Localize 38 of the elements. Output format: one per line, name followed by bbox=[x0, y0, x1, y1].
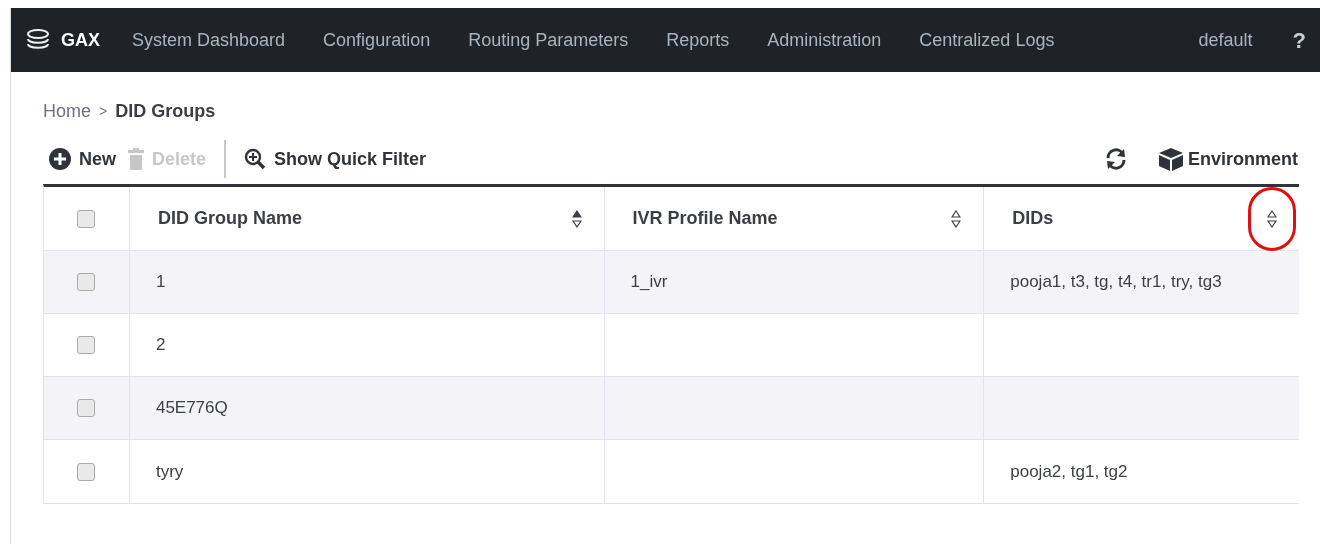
nav-link[interactable]: System Dashboard bbox=[132, 26, 286, 54]
column-header[interactable]: IVR Profile Name bbox=[604, 187, 985, 250]
database-stack-icon bbox=[25, 29, 51, 51]
column-header[interactable]: DID Group Name bbox=[129, 187, 605, 250]
table-cell-text: 1_ivr bbox=[630, 271, 668, 294]
breadcrumb-link[interactable]: Home bbox=[43, 98, 91, 125]
sort-icon[interactable] bbox=[951, 209, 962, 228]
row-checkbox[interactable] bbox=[77, 209, 96, 228]
breadcrumb-current: DID Groups bbox=[115, 100, 216, 123]
trash-icon bbox=[128, 148, 144, 170]
table-cell-text: tyry bbox=[155, 460, 184, 483]
table-cell-text: pooja2, tg1, tg2 bbox=[1010, 460, 1128, 483]
nav-link[interactable]: Configuration bbox=[323, 26, 431, 54]
breadcrumb-separator: > bbox=[99, 102, 108, 121]
table-cell-text: 2 bbox=[155, 334, 166, 357]
help-link[interactable]: ? bbox=[1292, 23, 1306, 57]
row-checkbox[interactable] bbox=[77, 462, 96, 481]
sort-icon[interactable] bbox=[571, 209, 582, 228]
filter-button[interactable]: Show Quick Filter bbox=[238, 145, 433, 173]
table-cell-text: 1 bbox=[155, 271, 166, 294]
plus-circle-icon bbox=[49, 148, 71, 170]
zoom-in-icon bbox=[244, 148, 267, 170]
row-checkbox[interactable] bbox=[77, 336, 96, 354]
row-checkbox[interactable] bbox=[77, 273, 96, 291]
nav-link[interactable]: Centralized Logs bbox=[919, 26, 1055, 54]
table-cell-text: 45E776Q bbox=[155, 397, 228, 420]
nav-link[interactable]: Reports bbox=[666, 26, 730, 54]
new-button[interactable]: New bbox=[43, 145, 122, 173]
user-menu[interactable]: default bbox=[1198, 26, 1253, 54]
environment-button[interactable]: Environment bbox=[1158, 145, 1298, 173]
sort-icon[interactable] bbox=[1267, 209, 1277, 228]
cube-icon bbox=[1158, 147, 1184, 171]
app-logo-text[interactable]: GAX bbox=[61, 26, 100, 54]
row-checkbox[interactable] bbox=[77, 399, 96, 417]
table-cell-text: pooja1, t3, tg, t4, tr1, try, tg3 bbox=[1010, 271, 1222, 294]
refresh-icon[interactable] bbox=[1104, 147, 1128, 171]
nav-link[interactable]: Routing Parameters bbox=[468, 26, 629, 54]
nav-link[interactable]: Administration bbox=[767, 26, 882, 54]
